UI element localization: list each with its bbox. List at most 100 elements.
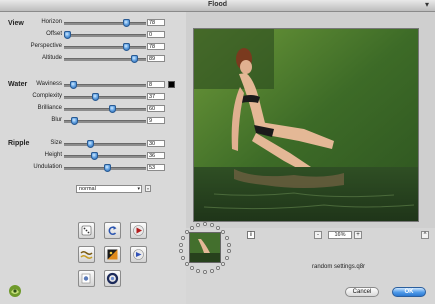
- gradient-icon: [107, 249, 118, 260]
- collapse-button[interactable]: ^: [421, 231, 429, 239]
- view-param-label: Horizon: [41, 19, 62, 25]
- navigator-dot[interactable]: [209, 222, 214, 227]
- navigator-dot[interactable]: [190, 225, 195, 230]
- navigator-dot[interactable]: [226, 242, 231, 247]
- view-param-label: Altitude: [41, 55, 62, 61]
- view-param-slider[interactable]: [64, 55, 146, 63]
- navigator-dot[interactable]: [215, 225, 220, 230]
- ripple-param-label: Height: [44, 152, 62, 158]
- glue-selected: normal: [79, 186, 96, 192]
- sample-button[interactable]: [78, 270, 95, 287]
- window-menu-icon[interactable]: ▾: [425, 0, 429, 9]
- ring-icon: [106, 272, 119, 285]
- slider-thumb[interactable]: [103, 164, 111, 172]
- preview-photo-art: [194, 29, 418, 221]
- view-param-value-field[interactable]: 78: [147, 43, 165, 50]
- thumbnail-art: [190, 233, 220, 262]
- navigator-dot[interactable]: [179, 242, 184, 247]
- slider-thumb[interactable]: [109, 105, 116, 113]
- wave-icon: [80, 251, 93, 259]
- zoom-out-button[interactable]: -: [314, 231, 322, 239]
- slider-thumb[interactable]: [130, 55, 138, 63]
- water-param-slider[interactable]: [64, 117, 146, 125]
- view-param-value-field[interactable]: 89: [147, 55, 165, 62]
- view-param-slider[interactable]: [64, 43, 146, 51]
- water-param-slider[interactable]: [64, 105, 146, 113]
- slider-track: [64, 155, 146, 158]
- navigator-dot[interactable]: [196, 269, 201, 274]
- view-param-slider[interactable]: [64, 19, 146, 27]
- navigator-dot[interactable]: [190, 266, 195, 271]
- slider-thumb[interactable]: [122, 19, 130, 27]
- title-bar: Flood ▾: [0, 0, 435, 12]
- water-param-slider[interactable]: [64, 81, 146, 89]
- navigator-dot[interactable]: [203, 270, 207, 274]
- water-param-value-field[interactable]: 8: [147, 81, 165, 88]
- ripple-param-value-field[interactable]: 53: [147, 164, 165, 171]
- ripple-param-slider[interactable]: [64, 140, 146, 148]
- sample-icon: [81, 273, 91, 284]
- water-param-value-field[interactable]: 60: [147, 105, 165, 112]
- app-logo-icon: [8, 284, 22, 298]
- water-param-label: Waviness: [36, 81, 62, 87]
- slider-track: [64, 143, 146, 146]
- zoom-level[interactable]: 16%: [328, 231, 352, 239]
- slider-thumb[interactable]: [70, 81, 77, 89]
- water-param-value-field[interactable]: 37: [147, 93, 165, 100]
- navigator-dot[interactable]: [203, 222, 207, 226]
- slider-thumb[interactable]: [122, 43, 130, 51]
- navigator-dot[interactable]: [184, 261, 189, 266]
- view-param-value-field[interactable]: 78: [147, 19, 165, 26]
- navigator-dot[interactable]: [221, 261, 226, 266]
- slider-track: [64, 34, 146, 37]
- reset-button[interactable]: [104, 222, 121, 239]
- animate-button[interactable]: [130, 222, 147, 239]
- slider-track: [64, 22, 146, 25]
- play-icon: [133, 225, 144, 236]
- slider-thumb[interactable]: [91, 152, 98, 160]
- slider-thumb[interactable]: [64, 31, 71, 39]
- navigator-thumbnail[interactable]: [189, 232, 221, 263]
- view-param-slider[interactable]: [64, 31, 146, 39]
- water-param-label: Blur: [51, 117, 62, 123]
- view-param-label: Perspective: [30, 43, 62, 49]
- navigator-dot[interactable]: [224, 236, 229, 241]
- undo-icon: [108, 226, 117, 236]
- ripple-param-slider[interactable]: [64, 152, 146, 160]
- slider-thumb[interactable]: [86, 140, 94, 148]
- glue-select[interactable]: normal ▾: [76, 185, 142, 193]
- info-button[interactable]: i: [247, 231, 255, 239]
- navigator-dot[interactable]: [224, 255, 229, 260]
- ripple-param-label: Undulation: [33, 164, 62, 170]
- view-param-label: Offset: [46, 31, 62, 37]
- water-param-label: Brilliance: [37, 105, 62, 111]
- ripple-param-label: Size: [50, 140, 62, 146]
- slider-thumb[interactable]: [70, 117, 78, 125]
- random-button[interactable]: [78, 222, 95, 239]
- ring-button[interactable]: [104, 270, 121, 287]
- water-param-slider[interactable]: [64, 93, 146, 101]
- navigator-dot[interactable]: [221, 230, 226, 235]
- water-param-value-field[interactable]: 9: [147, 117, 165, 124]
- zoom-in-button[interactable]: +: [354, 231, 362, 239]
- wave-button[interactable]: [78, 246, 95, 263]
- cancel-button[interactable]: Cancel: [345, 287, 379, 297]
- glue-options-button[interactable]: »: [145, 185, 151, 192]
- water-param-label: Complexity: [32, 93, 62, 99]
- navigator-dot[interactable]: [226, 249, 231, 254]
- navigator-dot[interactable]: [209, 269, 214, 274]
- preview-image[interactable]: [193, 28, 419, 222]
- ok-button[interactable]: OK: [392, 287, 426, 297]
- ripple-param-slider[interactable]: [64, 164, 146, 172]
- slider-thumb[interactable]: [91, 93, 99, 101]
- target-button[interactable]: [130, 246, 147, 263]
- window-title: Flood: [207, 1, 228, 8]
- dice-icon: [81, 225, 92, 236]
- water-color-swatch[interactable]: [168, 81, 175, 88]
- target-icon: [133, 249, 144, 260]
- view-param-value-field[interactable]: 0: [147, 31, 165, 38]
- gradient-button[interactable]: [104, 246, 121, 263]
- navigator-dot[interactable]: [215, 266, 220, 271]
- ripple-param-value-field[interactable]: 30: [147, 140, 165, 147]
- ripple-param-value-field[interactable]: 36: [147, 152, 165, 159]
